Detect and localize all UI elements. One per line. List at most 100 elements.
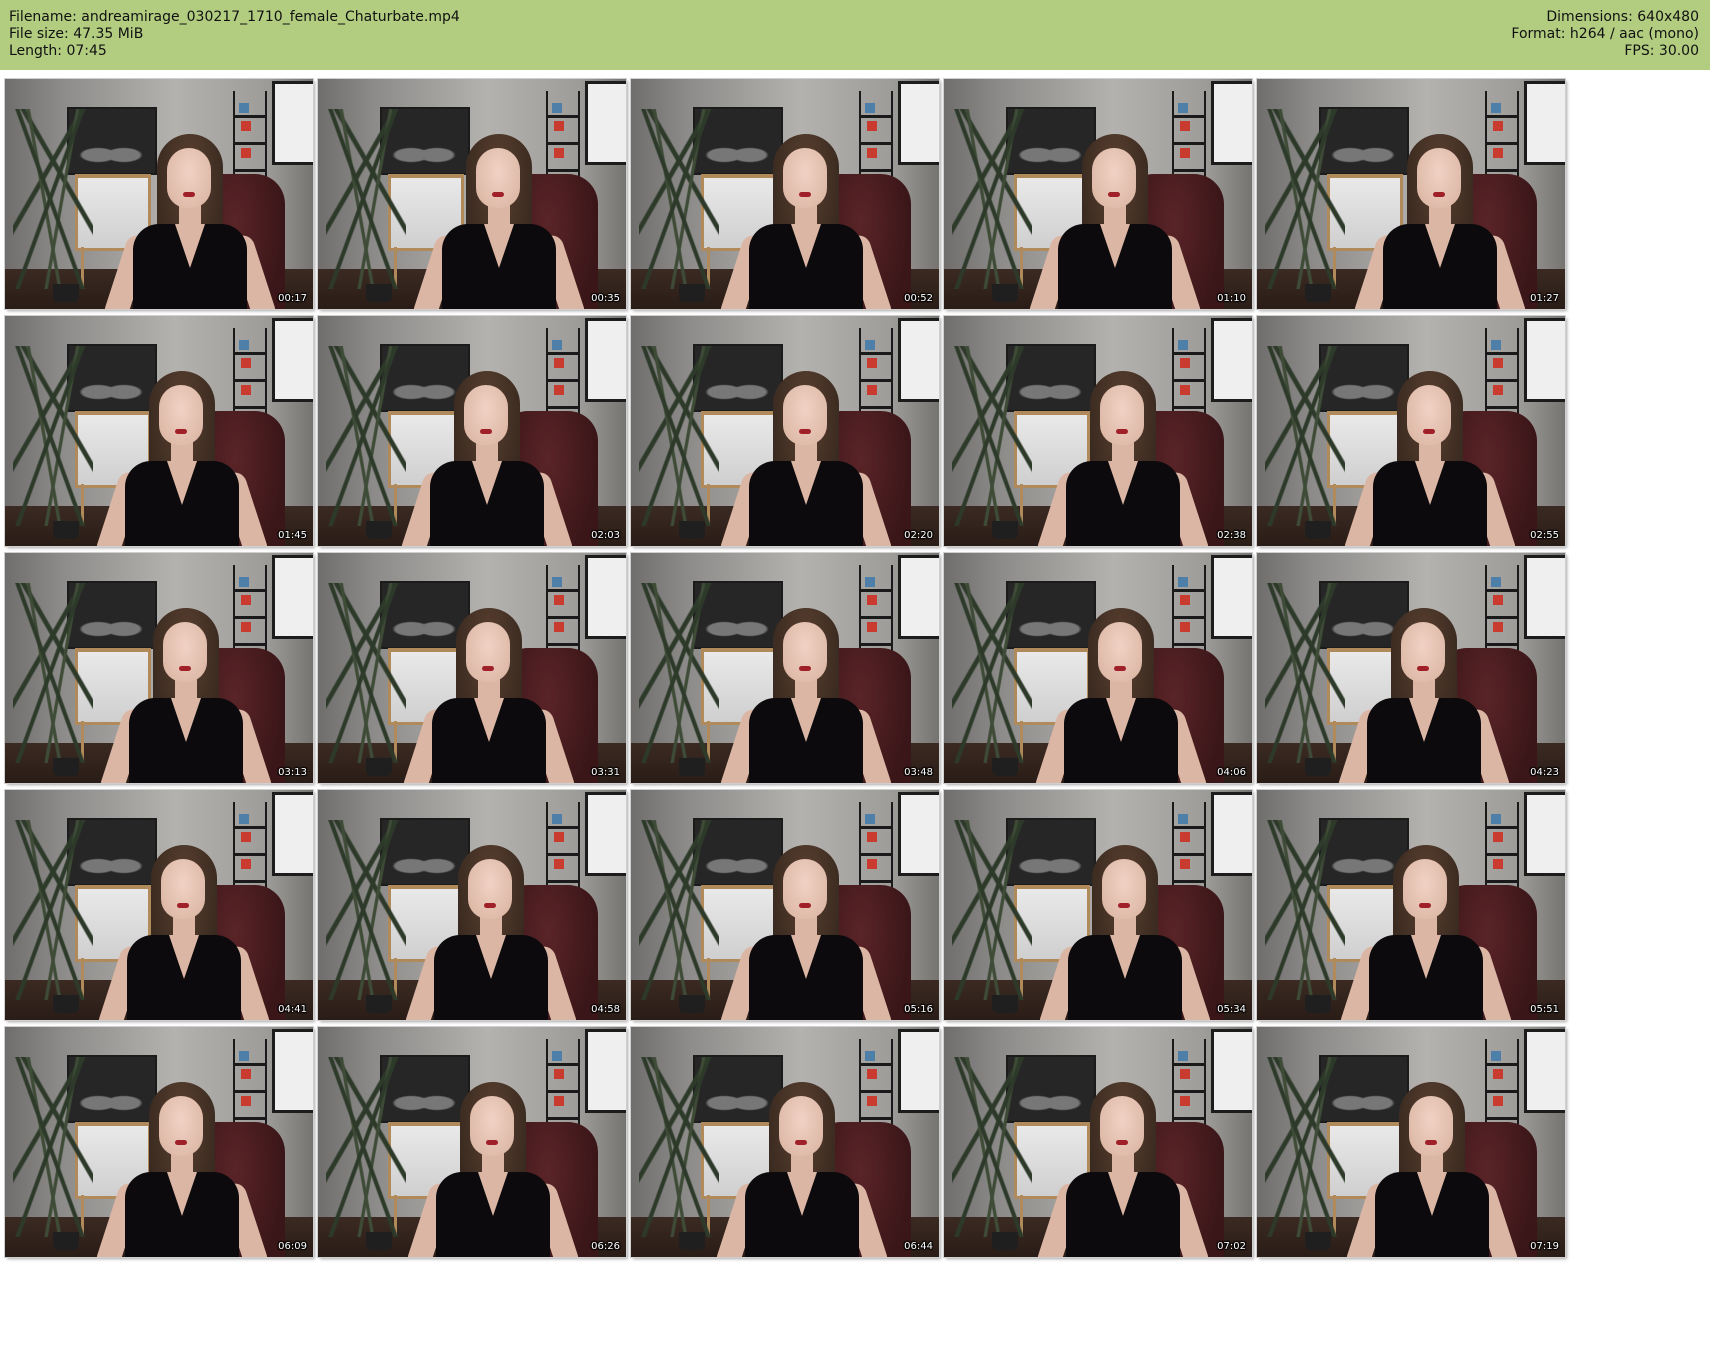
video-frame-image <box>5 79 313 309</box>
video-frame-image <box>631 79 939 309</box>
thumbnail-frame[interactable]: 03:48 <box>631 553 939 783</box>
file-info-left: Filename: andreamirage_030217_1710_femal… <box>9 9 460 60</box>
framed-picture <box>585 555 626 639</box>
plant <box>326 820 406 1000</box>
plant <box>952 1057 1032 1237</box>
thumbnail-frame[interactable]: 07:02 <box>944 1027 1252 1257</box>
timestamp-label: 06:26 <box>591 1241 620 1252</box>
thumbnail-frame[interactable]: 06:44 <box>631 1027 939 1257</box>
thumbnail-frame[interactable]: 00:52 <box>631 79 939 309</box>
framed-picture <box>1524 318 1565 402</box>
timestamp-label: 02:38 <box>1217 530 1246 541</box>
plant <box>13 109 93 289</box>
plant <box>639 820 719 1000</box>
thumbnail-frame[interactable]: 01:45 <box>5 316 313 546</box>
person <box>398 371 576 546</box>
timestamp-label: 06:44 <box>904 1241 933 1252</box>
plant <box>639 583 719 763</box>
person <box>1343 1082 1521 1257</box>
video-frame-image <box>1257 79 1565 309</box>
thumbnail-frame[interactable]: 02:55 <box>1257 316 1565 546</box>
plant <box>952 346 1032 526</box>
thumbnail-frame[interactable]: 01:10 <box>944 79 1252 309</box>
person <box>93 1082 271 1257</box>
file-info-right: Dimensions: 640x480 Format: h264 / aac (… <box>1511 9 1699 60</box>
video-frame-image <box>318 790 626 1020</box>
thumbnail-frame[interactable]: 00:35 <box>318 79 626 309</box>
timestamp-label: 00:35 <box>591 293 620 304</box>
person <box>97 608 275 783</box>
video-frame-image <box>944 79 1252 309</box>
timestamp-label: 05:16 <box>904 1004 933 1015</box>
thumbnail-frame[interactable]: 03:31 <box>318 553 626 783</box>
person <box>404 1082 582 1257</box>
framed-picture <box>1211 318 1252 402</box>
thumbnail-frame[interactable]: 04:41 <box>5 790 313 1020</box>
thumbnail-frame[interactable]: 04:23 <box>1257 553 1565 783</box>
thumbnail-frame[interactable]: 05:51 <box>1257 790 1565 1020</box>
thumbnail-frame[interactable]: 01:27 <box>1257 79 1565 309</box>
framed-picture <box>1211 792 1252 876</box>
plant <box>639 346 719 526</box>
timestamp-label: 02:03 <box>591 530 620 541</box>
thumbnail-frame[interactable]: 06:09 <box>5 1027 313 1257</box>
video-frame-image <box>5 790 313 1020</box>
timestamp-label: 03:13 <box>278 767 307 778</box>
person <box>1032 608 1210 783</box>
plant <box>1265 820 1345 1000</box>
person <box>1026 134 1204 309</box>
plant <box>952 583 1032 763</box>
video-frame-image <box>1257 316 1565 546</box>
framed-picture <box>585 318 626 402</box>
thumbnail-frame[interactable]: 02:03 <box>318 316 626 546</box>
framed-picture <box>898 555 939 639</box>
thumbnail-frame[interactable]: 05:34 <box>944 790 1252 1020</box>
timestamp-label: 04:23 <box>1530 767 1559 778</box>
thumbnail-frame[interactable]: 04:58 <box>318 790 626 1020</box>
plant <box>952 109 1032 289</box>
plant <box>326 346 406 526</box>
timestamp-label: 04:41 <box>278 1004 307 1015</box>
framed-picture <box>1524 792 1565 876</box>
framed-picture <box>1211 81 1252 165</box>
thumbnail-frame[interactable]: 05:16 <box>631 790 939 1020</box>
timestamp-label: 03:48 <box>904 767 933 778</box>
framed-picture <box>1211 555 1252 639</box>
person <box>713 1082 891 1257</box>
thumbnail-frame[interactable]: 04:06 <box>944 553 1252 783</box>
thumbnail-frame[interactable]: 02:38 <box>944 316 1252 546</box>
timestamp-label: 07:19 <box>1530 1241 1559 1252</box>
info-header: Filename: andreamirage_030217_1710_femal… <box>0 0 1710 70</box>
format-text: Format: h264 / aac (mono) <box>1511 26 1699 42</box>
video-frame-image <box>1257 790 1565 1020</box>
video-frame-image <box>318 316 626 546</box>
person <box>101 134 279 309</box>
video-frame-image <box>318 1027 626 1257</box>
framed-picture <box>898 1029 939 1113</box>
plant <box>1265 346 1345 526</box>
thumbnail-frame[interactable]: 03:13 <box>5 553 313 783</box>
thumbnail-frame[interactable]: 06:26 <box>318 1027 626 1257</box>
timestamp-label: 00:17 <box>278 293 307 304</box>
person <box>410 134 588 309</box>
person <box>1337 845 1515 1020</box>
thumbnail-frame[interactable]: 07:19 <box>1257 1027 1565 1257</box>
thumbnail-frame[interactable]: 00:17 <box>5 79 313 309</box>
thumbnail-frame[interactable]: 02:20 <box>631 316 939 546</box>
timestamp-label: 04:06 <box>1217 767 1246 778</box>
person <box>1034 371 1212 546</box>
framed-picture <box>272 318 313 402</box>
framed-picture <box>272 555 313 639</box>
video-frame-image <box>944 316 1252 546</box>
person <box>402 845 580 1020</box>
framed-picture <box>898 792 939 876</box>
person <box>1341 371 1519 546</box>
plant <box>1265 583 1345 763</box>
dimensions-text: Dimensions: 640x480 <box>1546 9 1699 25</box>
plant <box>639 109 719 289</box>
plant <box>1265 1057 1345 1237</box>
person <box>400 608 578 783</box>
timestamp-label: 05:34 <box>1217 1004 1246 1015</box>
video-frame-image <box>944 553 1252 783</box>
framed-picture <box>1524 81 1565 165</box>
